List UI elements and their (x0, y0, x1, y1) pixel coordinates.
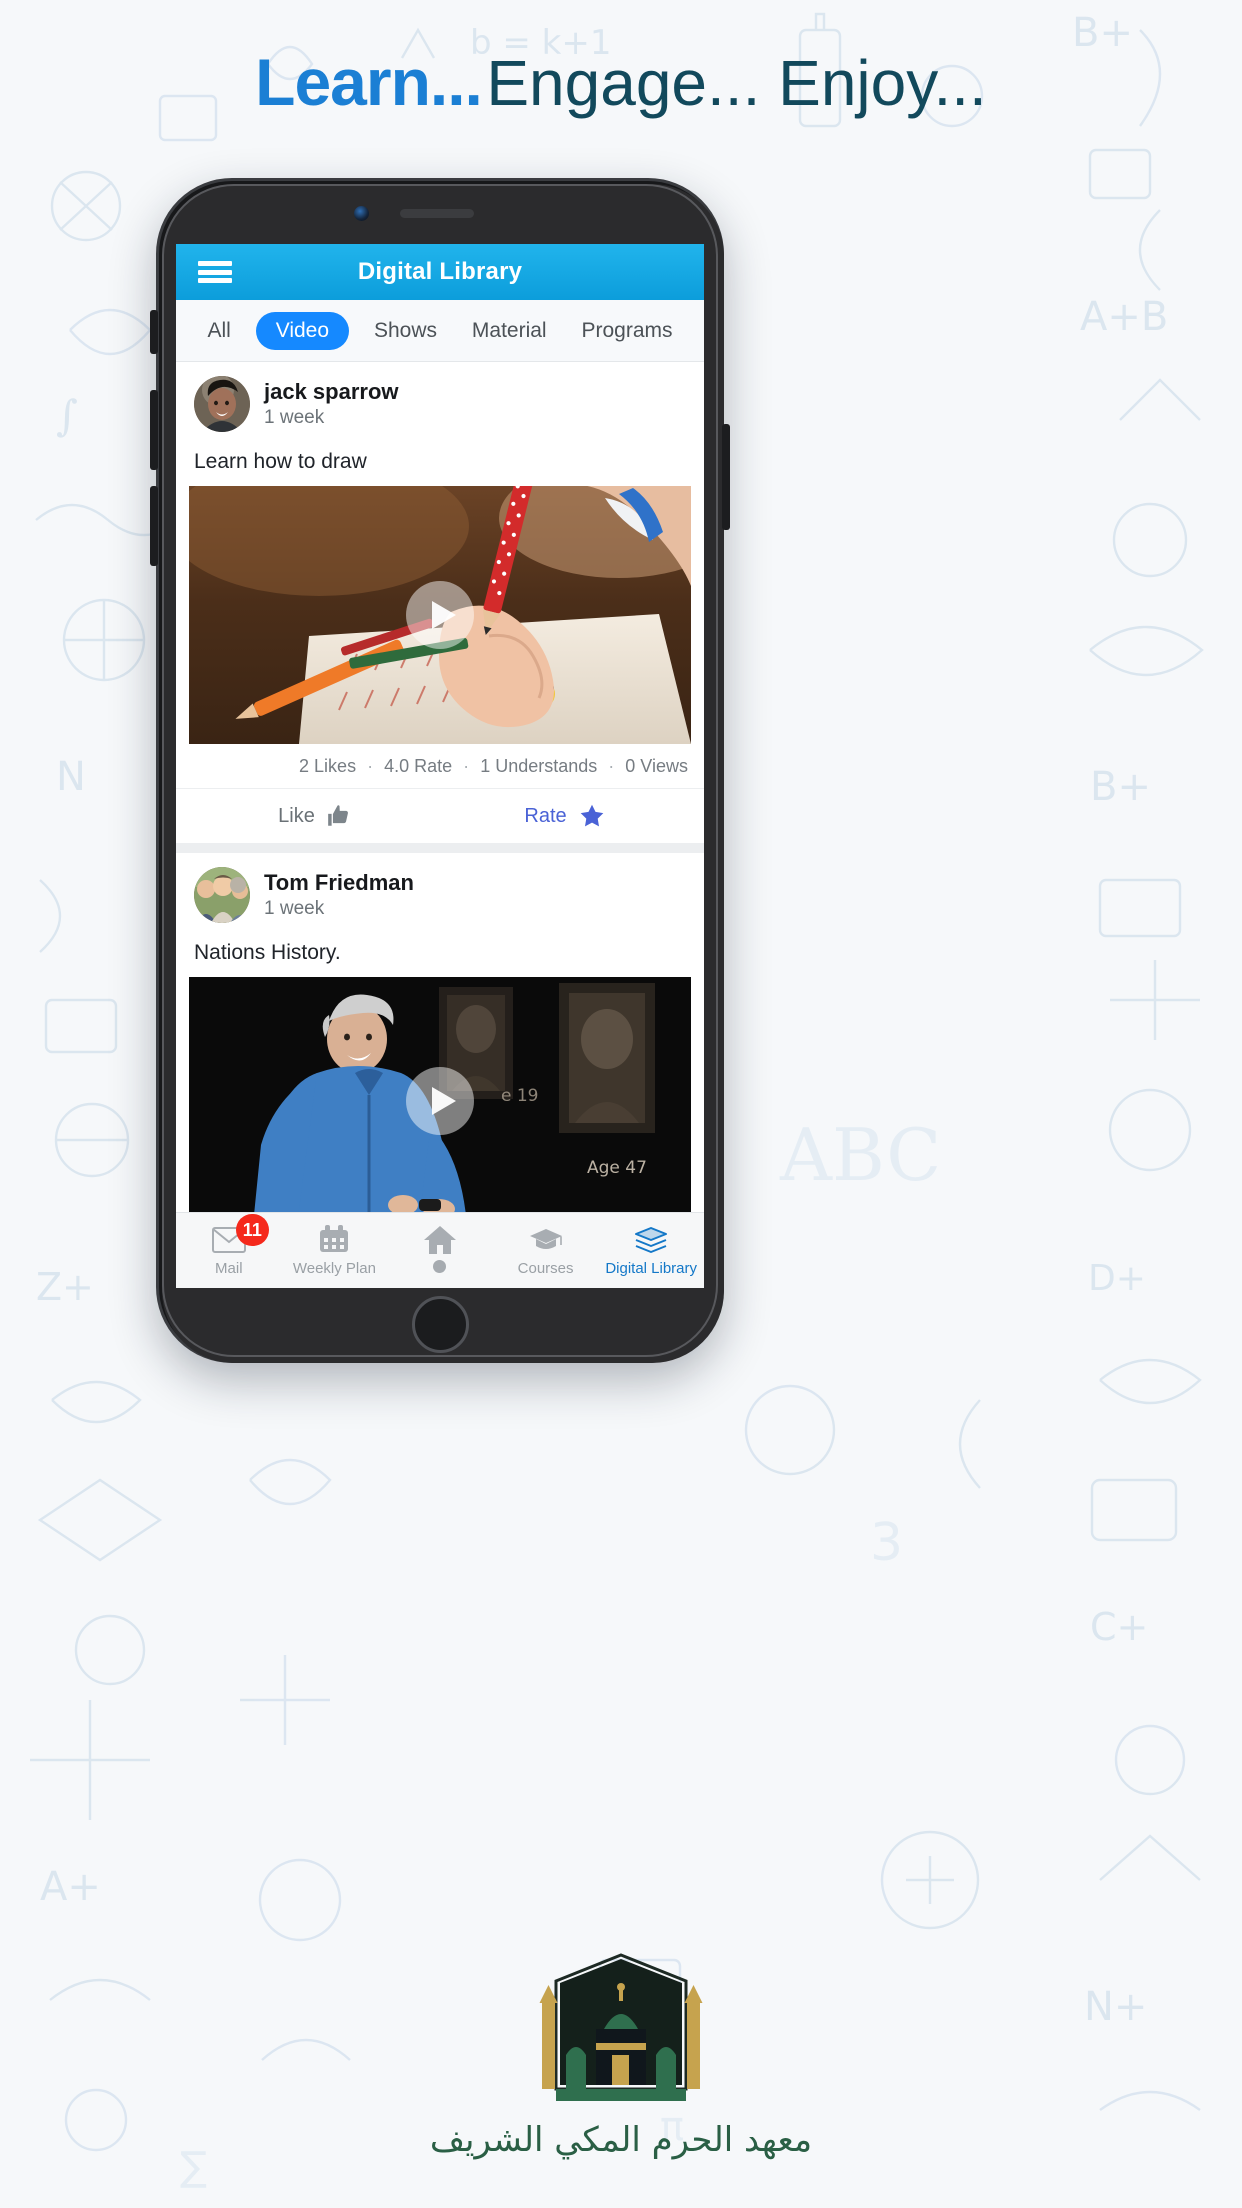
post-feed[interactable]: jack sparrow 1 week Learn how to draw 2 … (176, 362, 704, 1212)
avatar[interactable] (194, 867, 250, 923)
nav-label-weekly-plan: Weekly Plan (292, 1260, 376, 1277)
graduation-cap-icon (529, 1224, 563, 1256)
phone-mute-switch (150, 310, 158, 354)
feed-divider (176, 843, 704, 853)
play-triangle (432, 601, 456, 629)
post-meta: jack sparrow 1 week (264, 379, 399, 429)
post-card: jack sparrow 1 week Learn how to draw 2 … (176, 362, 704, 843)
play-triangle (432, 1087, 456, 1115)
thumbs-up-icon (326, 803, 352, 829)
headline-bold: Learn... (255, 45, 483, 119)
post-timestamp: 1 week (264, 407, 325, 428)
play-button-icon[interactable] (406, 581, 474, 649)
nav-item-digital-library[interactable]: Digital Library (598, 1224, 704, 1277)
page-headline: Learn... Engage... Enjoy... (0, 44, 1242, 120)
headline-thin: Engage... Enjoy... (486, 47, 987, 119)
svg-text:e 19: e 19 (501, 1086, 539, 1106)
post-body-text: Learn how to draw (194, 450, 367, 473)
svg-text:B+: B+ (1090, 764, 1151, 810)
nav-item-mail[interactable]: 11 Mail (176, 1214, 282, 1277)
stat-likes: 2 Likes (299, 756, 357, 776)
svg-text:ABC: ABC (779, 1113, 941, 1197)
post-actions: Like Rate (176, 789, 704, 843)
post-meta: Tom Friedman 1 week (264, 870, 414, 920)
home-active-dot (433, 1260, 447, 1273)
logo-arabic-caption: معهد الحرم المكي الشريف (429, 2120, 813, 2160)
nav-item-home[interactable] (387, 1224, 493, 1277)
page-title: Digital Library (357, 258, 523, 285)
phone-power-button (722, 424, 730, 530)
svg-text:A+B: A+B (1080, 294, 1168, 340)
category-tab-bar: All Video Shows Material Programs (176, 300, 704, 362)
post-author-name: Tom Friedman (264, 870, 414, 895)
app-bar: Digital Library (176, 244, 704, 300)
post-header: Tom Friedman 1 week (176, 853, 704, 927)
kaaba-mosque-logo (539, 1953, 703, 2101)
rate-button[interactable]: Rate (440, 802, 690, 830)
tab-shows[interactable]: Shows (364, 313, 447, 349)
nav-label-mail: Mail (215, 1260, 243, 1277)
front-camera (354, 206, 369, 221)
app-screen: Digital Library All Video Shows Material… (176, 244, 704, 1288)
svg-text:Z+: Z+ (36, 1265, 94, 1309)
nav-label-digital-library: Digital Library (605, 1260, 698, 1277)
nav-item-courses[interactable]: Courses (493, 1224, 599, 1277)
post-body-text: Nations History. (194, 941, 341, 964)
svg-text:N: N (56, 754, 86, 800)
phone-home-button (412, 1296, 469, 1353)
envelope-icon: 11 (211, 1214, 269, 1256)
hamburger-menu-icon[interactable] (198, 261, 232, 283)
tab-video[interactable]: Video (255, 311, 350, 350)
post-video-thumbnail[interactable] (189, 486, 691, 744)
stat-understands: 1 Understands (480, 756, 598, 776)
nav-item-weekly-plan[interactable]: Weekly Plan (282, 1224, 388, 1277)
calendar-icon (319, 1224, 349, 1256)
stat-separator: · (367, 756, 374, 776)
like-button[interactable]: Like (190, 803, 440, 829)
nav-label-courses: Courses (517, 1260, 574, 1277)
svg-text:∫: ∫ (56, 391, 78, 440)
svg-text:D+: D+ (1088, 1258, 1146, 1299)
books-icon (633, 1224, 669, 1256)
footer-logo: معهد الحرم المكي الشريف (0, 1951, 1242, 2160)
like-button-label: Like (278, 804, 315, 827)
play-button-icon[interactable] (406, 1067, 474, 1135)
stat-separator: · (463, 756, 470, 776)
stat-separator: · (608, 756, 615, 776)
star-icon (578, 802, 606, 830)
tab-all[interactable]: All (197, 313, 240, 349)
earpiece-speaker (400, 209, 474, 218)
post-card: Tom Friedman 1 week Nations History. Age… (176, 853, 704, 1212)
svg-text:3: 3 (870, 1513, 903, 1573)
avatar[interactable] (194, 376, 250, 432)
post-stats: 2 Likes · 4.0 Rate · 1 Understands · 0 V… (176, 744, 704, 789)
post-video-thumbnail[interactable]: Age 47 e 19 (189, 977, 691, 1212)
rate-button-label: Rate (524, 804, 567, 827)
stat-views: 0 Views (625, 756, 688, 776)
post-timestamp: 1 week (264, 898, 325, 919)
phone-volume-up-button (150, 390, 158, 470)
tab-material[interactable]: Material (462, 313, 557, 349)
post-header: jack sparrow 1 week (176, 362, 704, 436)
svg-text:Age 47: Age 47 (587, 1158, 647, 1178)
svg-text:C+: C+ (1090, 1605, 1148, 1649)
tab-programs[interactable]: Programs (572, 313, 683, 349)
stat-rate: 4.0 Rate (384, 756, 453, 776)
phone-volume-down-button (150, 486, 158, 566)
mail-unread-badge: 11 (235, 1214, 269, 1246)
bottom-navigation-bar: 11 Mail Weekly Plan Courses Digital Libr… (176, 1212, 704, 1288)
post-author-name: jack sparrow (264, 379, 399, 404)
svg-text:A+: A+ (40, 1864, 101, 1910)
home-icon (423, 1224, 457, 1256)
